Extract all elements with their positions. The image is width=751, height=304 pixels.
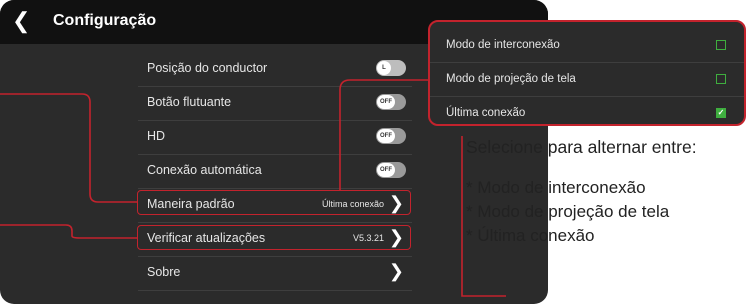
- setting-hd: HD OFF: [138, 120, 412, 155]
- option-last-connection[interactable]: Última conexão ✓: [430, 96, 744, 124]
- option-label: Modo de interconexão: [446, 39, 560, 51]
- chevron-right-icon: ❯: [388, 261, 404, 281]
- hd-toggle[interactable]: OFF: [376, 128, 406, 144]
- callout-list: * Modo de interconexão * Modo de projeçã…: [466, 176, 751, 248]
- option-interconnection-mode[interactable]: Modo de interconexão: [430, 28, 744, 63]
- setting-auto-connect: Conexão automática OFF: [138, 154, 412, 189]
- floating-button-toggle[interactable]: OFF: [376, 94, 406, 110]
- callout-heading: Selecione para alternar entre:: [466, 137, 697, 157]
- toggle-knob: OFF: [377, 95, 395, 109]
- check-updates-highlight: [137, 225, 411, 250]
- toggle-knob: OFF: [377, 163, 395, 177]
- setting-floating-button: Botão flutuante OFF: [138, 86, 412, 121]
- page-title: Configuração: [53, 12, 157, 29]
- setting-label: Posição do conductor: [147, 61, 268, 75]
- default-mode-dropdown: Modo de interconexão Modo de projeção de…: [428, 20, 746, 126]
- annotation-callout: Selecione para alternar entre: * Modo de…: [466, 136, 751, 248]
- driver-position-toggle[interactable]: L: [376, 60, 406, 76]
- callout-item: * Modo de projeção de tela: [466, 202, 670, 221]
- setting-driver-position: Posição do conductor L: [138, 52, 412, 87]
- toggle-knob: L: [377, 61, 391, 75]
- toggle-knob: OFF: [377, 129, 395, 143]
- checkbox-icon[interactable]: [716, 40, 726, 50]
- callout-item: * Última conexão: [466, 226, 595, 245]
- setting-label: Botão flutuante: [147, 95, 232, 109]
- checkbox-checked-icon[interactable]: ✓: [716, 108, 726, 118]
- chevron-left-icon[interactable]: ❮: [12, 9, 30, 33]
- checkbox-icon[interactable]: [716, 74, 726, 84]
- setting-label: Conexão automática: [147, 163, 262, 177]
- option-label: Última conexão: [446, 107, 526, 119]
- option-label: Modo de projeção de tela: [446, 73, 576, 85]
- setting-label: HD: [147, 129, 166, 143]
- callout-item: * Modo de interconexão: [466, 178, 646, 197]
- setting-label: Sobre: [147, 265, 181, 279]
- setting-about[interactable]: Sobre ❯: [138, 256, 412, 291]
- option-screen-projection-mode[interactable]: Modo de projeção de tela: [430, 62, 744, 97]
- auto-connect-toggle[interactable]: OFF: [376, 162, 406, 178]
- default-mode-highlight: [137, 190, 411, 215]
